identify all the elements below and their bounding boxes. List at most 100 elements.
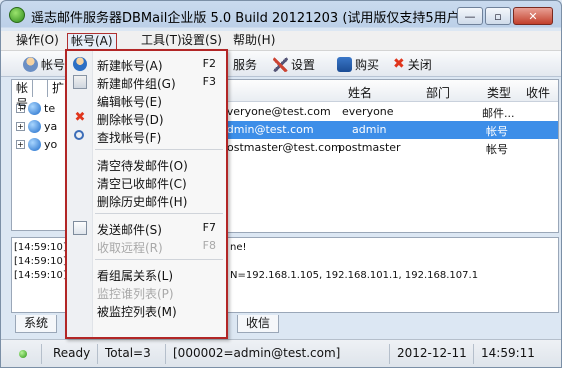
menu-item-monitored-list[interactable]: 被监控列表(M) <box>67 301 226 319</box>
menu-item-label: 收取远程(R) <box>97 241 163 255</box>
account-menu-dropdown: 新建帐号(A) F2 新建邮件组(G) F3 编辑帐号(E) ✖ 删除帐号(D)… <box>65 49 228 339</box>
status-divider <box>389 344 390 364</box>
delete-icon: ✖ <box>74 110 86 125</box>
tab-receive[interactable]: 收信 <box>237 315 280 333</box>
cell-type: 帐号 <box>486 143 508 156</box>
status-divider <box>41 344 42 364</box>
close-x-icon: ✖ <box>393 56 405 72</box>
menu-item-label: 监控谁列表(P) <box>97 287 174 301</box>
status-current-account: [000002=admin@test.com] <box>173 346 341 360</box>
menu-account[interactable]: 帐号(A) <box>67 33 117 50</box>
toolbar-settings-label: 设置 <box>291 57 316 72</box>
tree-item-label: yo <box>44 137 58 151</box>
cell-type: 帐号 <box>486 125 508 138</box>
expand-icon[interactable]: + <box>16 139 25 149</box>
send-mail-icon <box>73 221 87 235</box>
log-line: [14:59:10]- <box>14 242 71 253</box>
status-ready: Ready <box>53 346 91 360</box>
status-light-icon <box>19 350 27 358</box>
menu-help[interactable]: 帮助(H) <box>230 33 278 50</box>
menubar: 操作(O) 帐号(A) 工具(T) 设置(S) 帮助(H) <box>1 31 561 51</box>
status-divider <box>473 344 474 364</box>
menu-item-clear-outgoing[interactable]: 清空待发邮件(O) <box>67 155 226 173</box>
menu-item-fetch-remote: 收取远程(R) F8 <box>67 237 226 255</box>
new-account-icon <box>73 57 87 71</box>
menu-settings[interactable]: 设置(S) <box>178 33 225 50</box>
menu-item-new-group[interactable]: 新建邮件组(G) F3 <box>67 73 226 91</box>
menu-separator <box>95 259 223 260</box>
app-logo-icon <box>9 7 25 23</box>
menu-item-shortcut: F7 <box>202 221 216 234</box>
menu-separator <box>95 213 223 214</box>
menu-item-label: 清空待发邮件(O) <box>97 159 188 173</box>
cell-email: everyone@test.com <box>220 105 331 118</box>
maximize-button[interactable]: ▫ <box>485 7 511 25</box>
search-icon <box>74 130 84 140</box>
cell-email: postmaster@test.com <box>220 141 342 154</box>
col-type[interactable]: 类型 <box>487 84 511 101</box>
menu-item-group-relations[interactable]: 看组属关系(L) <box>67 265 226 283</box>
toolbar-service-button[interactable]: 服务 <box>233 55 257 73</box>
minimize-button[interactable]: — <box>457 7 483 25</box>
toolbar-close-button[interactable]: ✖ 关闭 <box>393 55 432 73</box>
status-bar: Ready Total=3 [000002=admin@test.com] 20… <box>1 339 561 367</box>
tree-item-label: te <box>44 101 56 115</box>
log-line: [14:59:10]- <box>14 270 71 281</box>
menu-item-new-account[interactable]: 新建帐号(A) F2 <box>67 55 226 73</box>
menu-item-shortcut: F3 <box>202 75 216 88</box>
menu-item-send-mail[interactable]: 发送邮件(S) F7 <box>67 219 226 237</box>
toolbar-account-button[interactable]: 帐号 <box>23 55 65 73</box>
toolbar-buy-label: 购买 <box>355 57 380 72</box>
status-total: Total=3 <box>105 346 151 360</box>
menu-item-edit-account[interactable]: 编辑帐号(E) <box>67 91 226 109</box>
tree-item[interactable]: + yo <box>16 136 57 152</box>
menu-item-delete-account[interactable]: ✖ 删除帐号(D) <box>67 109 226 128</box>
window-title: 遥志邮件服务器DBMail企业版 5.0 Build 20121203 (试用版… <box>31 11 465 26</box>
app-window: 遥志邮件服务器DBMail企业版 5.0 Build 20121203 (试用版… <box>0 0 562 368</box>
tab-account[interactable]: 帐号 <box>11 79 34 111</box>
menu-item-label: 查找帐号(F) <box>97 131 162 145</box>
menu-item-label: 清空已收邮件(C) <box>97 177 187 191</box>
toolbar-close-label: 关闭 <box>407 57 432 72</box>
log-line-tail: ne! <box>230 242 247 253</box>
menu-item-label: 被监控列表(M) <box>97 305 177 319</box>
toolbar-account-label: 帐号 <box>41 57 66 72</box>
new-group-icon <box>73 75 87 89</box>
menu-operation[interactable]: 操作(O) <box>13 33 62 50</box>
globe-icon <box>28 119 41 133</box>
cell-name: admin <box>352 123 387 136</box>
cell-name: postmaster <box>338 141 401 154</box>
status-date: 2012-12-11 <box>397 346 467 360</box>
tools-icon <box>273 56 288 72</box>
expand-icon[interactable]: + <box>16 121 25 131</box>
toolbar-settings-button[interactable]: 设置 <box>273 55 315 73</box>
toolbar-buy-button[interactable]: 购买 <box>337 55 379 73</box>
status-divider <box>97 344 98 364</box>
cell-type: 邮件... <box>482 107 515 120</box>
menu-item-delete-history[interactable]: 删除历史邮件(H) <box>67 191 226 209</box>
globe-icon <box>28 101 41 115</box>
menu-item-label: 删除帐号(D) <box>97 113 164 127</box>
menu-item-label: 看组属关系(L) <box>97 269 174 283</box>
status-time: 14:59:11 <box>481 346 535 360</box>
tab-system[interactable]: 系统 <box>15 315 58 333</box>
title-bar[interactable]: 遥志邮件服务器DBMail企业版 5.0 Build 20121203 (试用版… <box>1 1 561 29</box>
tree-item[interactable]: + ya <box>16 118 57 134</box>
menu-item-clear-received[interactable]: 清空已收邮件(C) <box>67 173 226 191</box>
menu-item-label: 编辑帐号(E) <box>97 95 162 109</box>
col-inbox[interactable]: 收件 <box>526 84 550 101</box>
log-line: [14:59:10]- <box>14 256 71 267</box>
menu-item-label: 新建帐号(A) <box>97 59 163 73</box>
col-dept[interactable]: 部门 <box>426 84 450 101</box>
menu-item-monitor-list: 监控谁列表(P) <box>67 283 226 301</box>
menu-item-shortcut: F8 <box>202 239 216 252</box>
menu-item-label: 新建邮件组(G) <box>97 77 176 91</box>
close-button[interactable]: ✕ <box>513 7 553 25</box>
menu-item-find-account[interactable]: 查找帐号(F) <box>67 127 226 145</box>
menu-item-shortcut: F2 <box>202 57 216 70</box>
cart-icon <box>337 56 352 72</box>
col-name[interactable]: 姓名 <box>348 84 372 101</box>
user-icon <box>23 56 38 72</box>
log-line-tail: N=192.168.1.105, 192.168.101.1, 192.168.… <box>230 270 479 281</box>
menu-item-label: 删除历史邮件(H) <box>97 195 188 209</box>
